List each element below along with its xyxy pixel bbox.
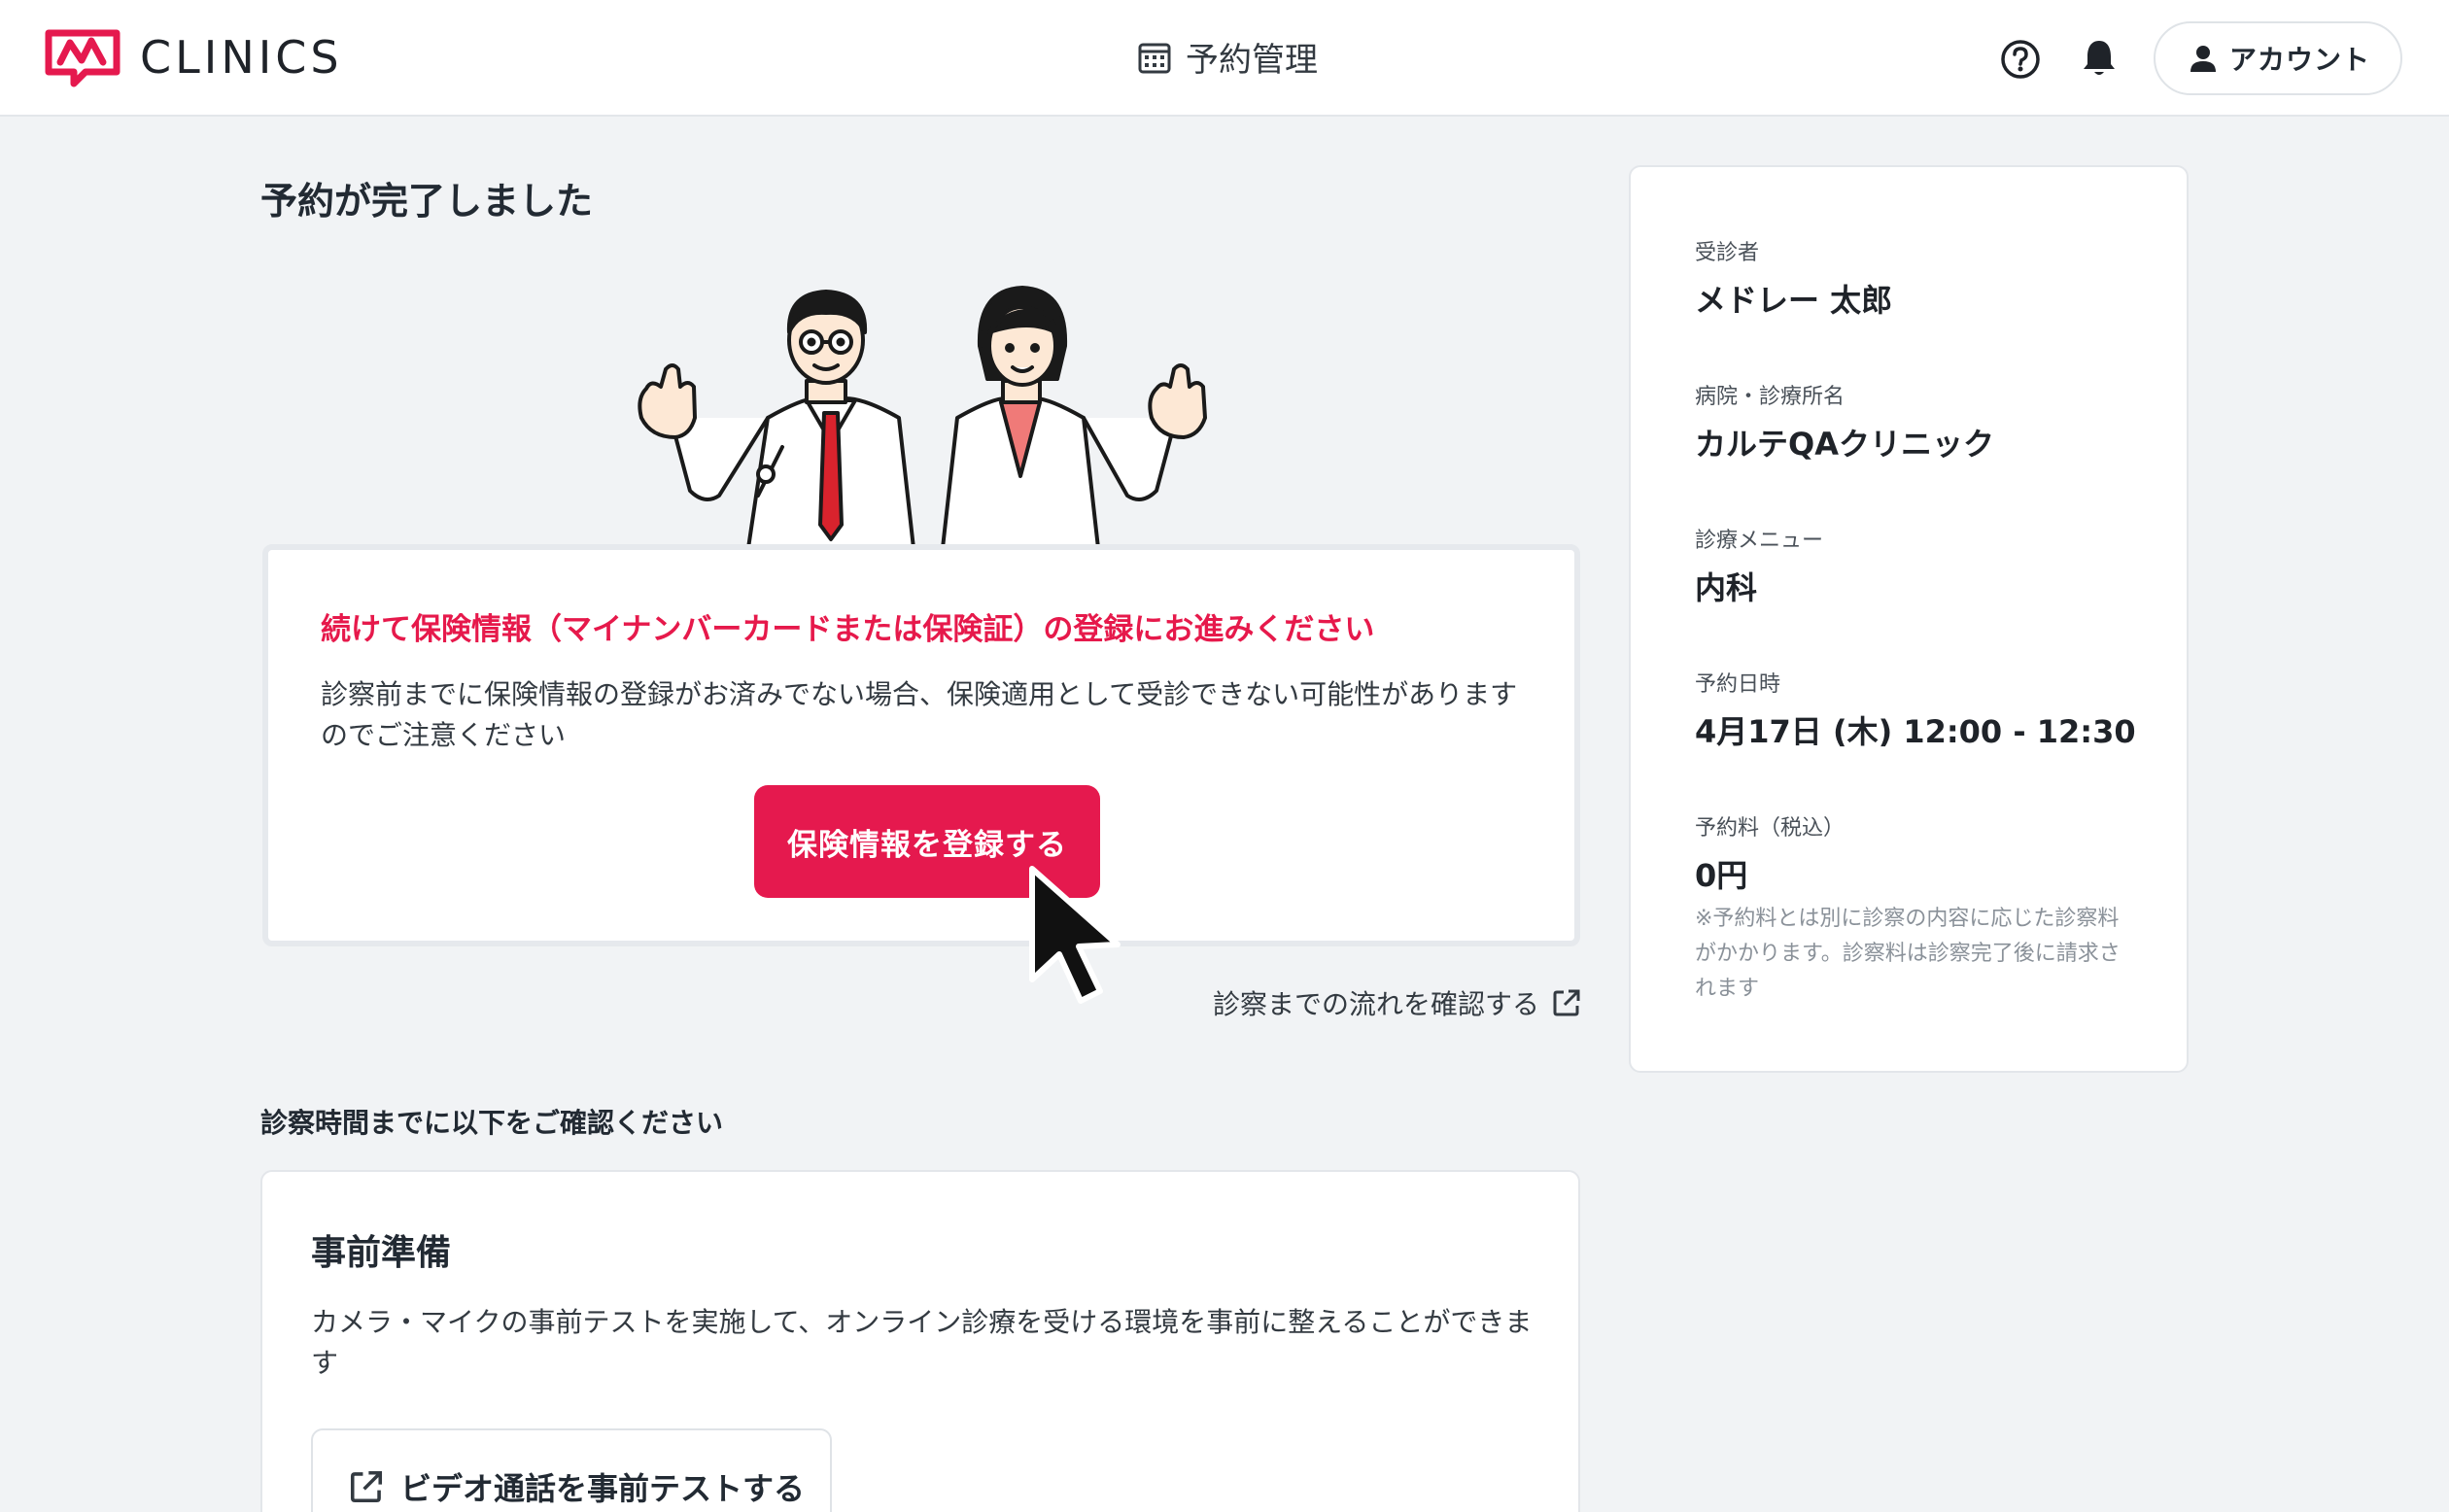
brand-name: CLINICS bbox=[140, 31, 343, 84]
notice-title: 続けて保険情報（マイナンバーカードまたは保険証）の登録にお進みください bbox=[321, 612, 1375, 647]
patient-value: メドレー 太郎 bbox=[1695, 282, 1893, 319]
patient-field: 受診者 メドレー 太郎 bbox=[1695, 235, 1892, 321]
menu-field: 診療メニュー 内科 bbox=[1695, 523, 1823, 608]
external-link-icon bbox=[1553, 989, 1580, 1016]
male-doctor-figure bbox=[638, 290, 915, 548]
clinic-field: 病院・診療所名 カルテQAクリニック bbox=[1695, 379, 1994, 464]
bell-icon[interactable] bbox=[2079, 37, 2120, 80]
nav-reservation-management[interactable]: 予約管理 bbox=[1137, 33, 1318, 81]
preparation-card: 事前準備 カメラ・マイクの事前テストを実施して、オンライン診療を受ける環境を事前… bbox=[260, 1170, 1580, 1512]
video-test-label: ビデオ通話を事前テストする bbox=[400, 1470, 806, 1507]
clinics-logo-icon bbox=[45, 29, 121, 87]
datetime-label: 予約日時 bbox=[1695, 672, 1781, 697]
clinic-value: カルテQAクリニック bbox=[1695, 426, 1994, 463]
user-icon bbox=[2190, 46, 2216, 72]
account-label: アカウント bbox=[2229, 44, 2371, 76]
account-button[interactable]: アカウント bbox=[2154, 21, 2402, 95]
preparation-body: カメラ・マイクの事前テストを実施して、オンライン診療を受ける環境を事前に整えるこ… bbox=[311, 1306, 1533, 1379]
female-doctor-figure bbox=[941, 286, 1207, 548]
top-bar: CLINICS 予約管理 アカウント bbox=[0, 0, 2449, 117]
mouse-pointer-icon bbox=[1029, 866, 1121, 1004]
page-title: 予約が完了しました bbox=[260, 180, 594, 223]
menu-value: 内科 bbox=[1695, 569, 1758, 606]
calendar-icon bbox=[1138, 43, 1171, 73]
datetime-value: 4月17日 (木) 12:00 - 12:30 bbox=[1695, 713, 2136, 750]
brand-logo[interactable]: CLINICS bbox=[45, 27, 343, 87]
help-icon[interactable] bbox=[2000, 39, 2041, 80]
patient-label: 受診者 bbox=[1695, 241, 1760, 265]
insurance-notice-card: 続けて保険情報（マイナンバーカードまたは保険証）の登録にお進みください 診察前ま… bbox=[262, 544, 1580, 946]
video-test-button[interactable]: ビデオ通話を事前テストする bbox=[311, 1428, 832, 1512]
section-heading: 診察時間までに以下をご確認ください bbox=[260, 1107, 724, 1139]
reservation-summary-card: 受診者 メドレー 太郎 病院・診療所名 カルテQAクリニック 診療メニュー 内科… bbox=[1629, 165, 2189, 1073]
fee-note: ※予約料とは別に診察の内容に応じた診察料がかかります。診察料は診察完了後に請求さ… bbox=[1695, 907, 2121, 1001]
doctors-illustration bbox=[638, 286, 1207, 548]
fee-label: 予約料（税込） bbox=[1695, 816, 1845, 841]
menu-label: 診療メニュー bbox=[1695, 529, 1824, 553]
external-link-icon bbox=[350, 1470, 383, 1503]
datetime-field: 予約日時 4月17日 (木) 12:00 - 12:30 bbox=[1695, 667, 2136, 752]
flow-confirmation-link[interactable]: 診察までの流れを確認する bbox=[1213, 983, 1582, 1022]
notice-body: 診察前までに保険情報の登録がお済みでない場合、保険適用として受診できない可能性が… bbox=[321, 678, 1518, 751]
fee-value: 0円 bbox=[1695, 857, 1748, 894]
preparation-title: 事前準備 bbox=[311, 1233, 452, 1273]
fee-field: 予約料（税込） 0円 bbox=[1695, 810, 1845, 896]
clinic-label: 病院・診療所名 bbox=[1695, 385, 1845, 409]
nav-label: 予約管理 bbox=[1186, 41, 1318, 80]
flow-link-label: 診察までの流れを確認する bbox=[1213, 988, 1540, 1020]
